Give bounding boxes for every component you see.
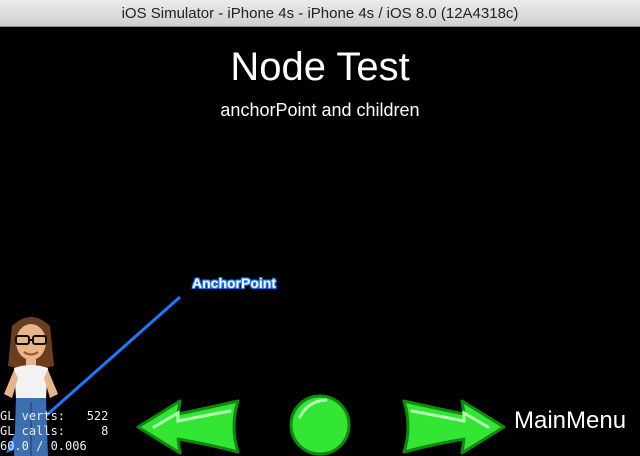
device-screen[interactable]: Node Test anchorPoint and children Ancho… <box>0 27 640 456</box>
scene-subtitle: anchorPoint and children <box>220 100 420 120</box>
main-menu-button[interactable]: MainMenu <box>514 407 626 435</box>
left-arrow-icon <box>136 399 240 455</box>
circle-icon <box>289 394 351 456</box>
back-button[interactable] <box>134 397 244 456</box>
next-button[interactable] <box>398 397 508 456</box>
fps-stat: 60.0 / 0.006 <box>0 439 87 453</box>
restart-button[interactable] <box>286 393 354 456</box>
simulator-window: iOS Simulator - iPhone 4s - iPhone 4s / … <box>0 0 640 456</box>
window-title: iOS Simulator - iPhone 4s - iPhone 4s / … <box>121 4 519 22</box>
anchor-arrow-icon <box>6 295 181 453</box>
right-arrow-icon <box>402 399 506 455</box>
gl-verts-stat: GL verts: 522 <box>0 409 109 423</box>
anchor-point-label: AnchorPoint <box>192 275 276 291</box>
scene-title: Node Test <box>230 45 410 89</box>
gl-calls-stat: GL calls: 8 <box>0 424 109 438</box>
window-titlebar[interactable]: iOS Simulator - iPhone 4s - iPhone 4s / … <box>0 0 640 27</box>
gl-stats-panel: GL verts: 522 GL calls: 8 60.0 / 0.006 <box>0 409 130 454</box>
